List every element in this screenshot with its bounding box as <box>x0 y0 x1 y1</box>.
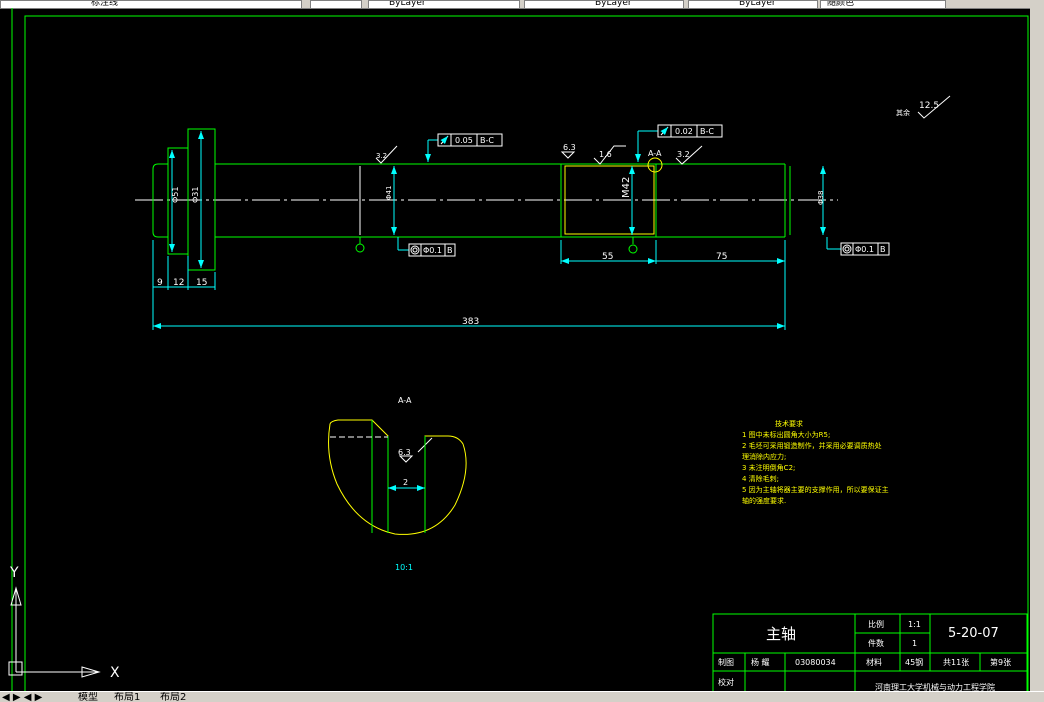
section-scale: 10:1 <box>395 563 413 572</box>
dim-12: 12 <box>173 278 184 288</box>
dim-phi38: Φ38 <box>817 191 825 205</box>
tech-line-4: 3 未注明倒角C2; <box>742 463 795 472</box>
tech-line-6: 5 因为主轴将器主要的支撑作用，所以要保证主 <box>742 485 889 494</box>
sheet-number: 第9张 <box>990 657 1011 667</box>
dim-phi51: Φ51 <box>171 187 180 203</box>
tol2-datum: B-C <box>700 127 714 136</box>
section-title: A-A <box>398 396 412 405</box>
title-block-text: 主轴 比例 1:1 件数 1 5-20-07 制图 杨 耀 03080034 材… <box>718 619 1011 691</box>
tol4-datum: B <box>880 245 886 254</box>
part-name: 主轴 <box>766 625 796 643</box>
roughness-symbols <box>375 95 951 463</box>
drawing-canvas[interactable]: Φ51 Φ31 Φ41 M42 Φ38 9 12 15 383 55 75 0.… <box>0 8 1030 691</box>
scale-label: 比例 <box>868 619 884 629</box>
dim-15: 15 <box>196 278 207 288</box>
tech-line-5: 4 清除毛刺; <box>742 474 779 483</box>
sheet-total: 共11张 <box>943 658 969 667</box>
tol3-value: Φ0.1 <box>423 246 442 255</box>
ucs-x-label: X <box>110 665 120 681</box>
dim-m42: M42 <box>621 177 632 198</box>
ra-1.6: 1.6 <box>599 150 612 159</box>
check-label: 校对 <box>718 677 734 687</box>
dim-phi41: Φ41 <box>385 186 393 200</box>
plotstyle-value: 随颜色 <box>827 0 855 8</box>
ra-6.3: 6.3 <box>563 143 576 152</box>
institution-name: 河南理工大学机械与动力工程学院 <box>875 682 995 691</box>
tol4-value: Φ0.1 <box>855 245 874 254</box>
tolerance-frame-4: Φ0.1 B <box>826 237 890 256</box>
rest-label: 其余 <box>896 108 910 117</box>
linetype-value: ByLayer <box>595 0 632 8</box>
layout-tab-bar: ◀ ▶ ◀ ▶ 模型 布局1 布局2 <box>0 691 1044 702</box>
layer-name: 标注线 <box>91 0 119 8</box>
material-value: 45钢 <box>905 657 923 667</box>
ucs-icon: X Y <box>8 565 120 681</box>
section-marker: A-A <box>647 149 663 173</box>
tol3-datum: B <box>447 246 453 255</box>
dim-55: 55 <box>602 252 613 262</box>
ucs-y-label: Y <box>9 565 19 581</box>
vertical-scrollbar[interactable] <box>1030 8 1044 691</box>
lineweight-value: ByLayer <box>739 0 776 8</box>
tol1-value: 0.05 <box>455 136 473 145</box>
drawn-label: 制图 <box>718 657 734 667</box>
material-label: 材料 <box>866 657 882 667</box>
tech-line-1: 1 图中未标出圆角大小为R5; <box>742 430 830 439</box>
scale-value: 1:1 <box>908 620 921 629</box>
qty-label: 件数 <box>868 638 884 648</box>
cad-application-window: 标注线 ByLayer ByLayer ByLayer 随颜色 Φ51 Φ31 … <box>0 0 1044 702</box>
qty-value: 1 <box>912 639 917 648</box>
drawing-border <box>24 15 1029 691</box>
length-labels: 9 12 15 383 55 75 <box>157 252 727 327</box>
student-number: 03080034 <box>795 658 836 667</box>
tech-line-3: 理消除内应力; <box>742 452 786 461</box>
tolerance-frame-3: Φ0.1 B <box>397 237 456 257</box>
drawn-name: 杨 耀 <box>751 657 770 667</box>
tolerance-frame-1: 0.05 B-C <box>425 133 503 162</box>
dim-75: 75 <box>716 252 727 262</box>
dim-phi31: Φ31 <box>191 187 200 203</box>
technical-requirements: 技术要求 1 图中未标出圆角大小为R5; 2 毛坯可采用锻造制作，并采用必要调质… <box>742 419 889 505</box>
section-view: A-A 2 10:1 <box>328 396 467 572</box>
keyway-width: 2 <box>403 478 408 487</box>
tech-line-7: 轴的强度要求. <box>742 496 786 505</box>
dim-9: 9 <box>157 278 163 288</box>
tech-title: 技术要求 <box>775 419 803 428</box>
color-value: ByLayer <box>389 0 426 8</box>
section-marker-label: A-A <box>648 149 662 158</box>
section-ra: 6.3 <box>398 448 411 457</box>
tol1-datum: B-C <box>480 136 494 145</box>
drawing-number: 5-20-07 <box>948 626 999 641</box>
tol2-value: 0.02 <box>675 127 693 136</box>
diameter-labels: Φ51 Φ31 Φ41 M42 Φ38 <box>171 177 825 205</box>
ra-3.2-b: 3.2 <box>677 150 690 159</box>
rest-value: 12.5 <box>919 101 939 111</box>
ra-3.2-a: 3.2 <box>376 152 387 160</box>
dim-383: 383 <box>462 317 479 327</box>
tech-line-2: 2 毛坯可采用锻造制作，并采用必要调质热处 <box>742 441 882 450</box>
